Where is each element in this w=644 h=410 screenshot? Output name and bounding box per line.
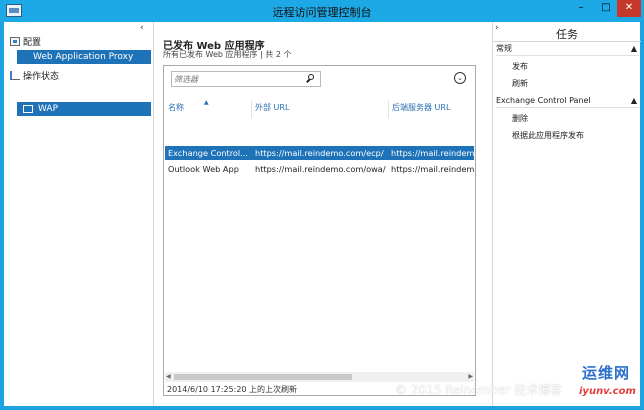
nav-group-config[interactable]: 配置: [10, 35, 41, 48]
configuration-icon: [10, 37, 20, 46]
task-publish-from-app[interactable]: 根据此应用程序发布: [512, 130, 584, 141]
server-icon: [23, 105, 33, 113]
minimize-button[interactable]: –: [569, 0, 593, 17]
scroll-left-icon[interactable]: ◀: [166, 372, 171, 382]
expand-options-icon[interactable]: ⌄: [454, 72, 466, 84]
main-content-pane: 已发布 Web 应用程序 所有已发布 Web 应用程序 | 共 2 个 ⌄ ▲ …: [155, 22, 492, 406]
task-delete[interactable]: 删除: [512, 113, 528, 124]
tasks-pane: › 任务 常规 ▲ 发布 刷新 Exchange Control Panel ▲…: [492, 22, 641, 406]
table-row[interactable]: Outlook Web App https://mail.reindemo.co…: [165, 162, 474, 176]
row-external-url: https://mail.reindemo.com/owa/: [255, 164, 386, 174]
status-chart-icon: [10, 71, 20, 80]
copyright-watermark: © 2015 Reinember 技术博客: [395, 383, 563, 397]
last-refresh-status: 2014/6/10 17:25:20 上的上次刷新: [167, 385, 298, 394]
tasks-title: 任务: [556, 28, 578, 41]
task-section-exchange-control-panel[interactable]: Exchange Control Panel ▲: [496, 94, 639, 108]
filter-input[interactable]: [174, 73, 304, 85]
nav-config-label: 配置: [23, 38, 42, 48]
navigation-pane: ‹ 配置 Web Application Proxy 操作状态 WAP: [4, 22, 154, 406]
sidebar-item-label: WAP: [38, 104, 58, 114]
logo-text: 运维网: [582, 364, 631, 382]
published-apps-list: ⌄ ▲ 名称 外部 URL 后端服务器 URL Exchange Control…: [163, 65, 476, 396]
section-label: Exchange Control Panel: [496, 96, 591, 105]
scrollbar-thumb[interactable]: [174, 374, 352, 380]
column-header-backend-url[interactable]: 后端服务器 URL: [392, 101, 450, 116]
title-bar: 远程访问管理控制台 – □ ✕: [0, 0, 644, 22]
logo-domain: iyunv.com: [579, 386, 636, 397]
nav-status-label: 操作状态: [23, 72, 60, 82]
sidebar-item-wap[interactable]: WAP: [17, 102, 151, 116]
search-icon[interactable]: [305, 73, 317, 85]
nav-group-operation-status[interactable]: 操作状态: [10, 69, 59, 82]
site-logo: 运维网 iyunv.com: [568, 362, 642, 408]
chevron-up-icon[interactable]: ▲: [631, 94, 637, 108]
chevron-up-icon[interactable]: ▲: [631, 42, 637, 56]
sidebar-item-label: Web Application Proxy: [33, 52, 134, 62]
app-window: 远程访问管理控制台 – □ ✕ ‹ 配置 Web Application Pro…: [0, 0, 644, 410]
close-button[interactable]: ✕: [617, 0, 641, 17]
sidebar-item-web-application-proxy[interactable]: Web Application Proxy: [17, 50, 151, 64]
page-subtitle: 所有已发布 Web 应用程序 | 共 2 个: [163, 50, 292, 59]
row-name: Exchange Control...: [168, 148, 249, 158]
row-name: Outlook Web App: [168, 164, 239, 174]
filter-box: [171, 71, 321, 87]
section-label: 常规: [496, 44, 512, 53]
task-refresh[interactable]: 刷新: [512, 78, 528, 89]
column-header-external-url[interactable]: 外部 URL: [255, 101, 289, 116]
table-row[interactable]: Exchange Control... https://mail.reindem…: [165, 146, 474, 160]
collapse-left-icon[interactable]: ‹: [140, 23, 144, 33]
maximize-button[interactable]: □: [594, 0, 618, 17]
column-header-name[interactable]: 名称: [168, 101, 184, 116]
column-divider[interactable]: [251, 101, 252, 118]
sort-ascending-icon: ▲: [204, 99, 209, 106]
row-external-url: https://mail.reindemo.com/ecp/: [255, 148, 384, 158]
task-publish[interactable]: 发布: [512, 61, 528, 72]
column-divider[interactable]: [388, 101, 389, 118]
window-title: 远程访问管理控制台: [272, 6, 372, 19]
console-client-area: ‹ 配置 Web Application Proxy 操作状态 WAP 已发布 …: [4, 22, 641, 406]
row-backend-url: https://mail.reindemo: [391, 148, 474, 158]
row-backend-url: https://mail.reindemo: [391, 164, 474, 174]
task-section-general[interactable]: 常规 ▲: [496, 42, 639, 56]
